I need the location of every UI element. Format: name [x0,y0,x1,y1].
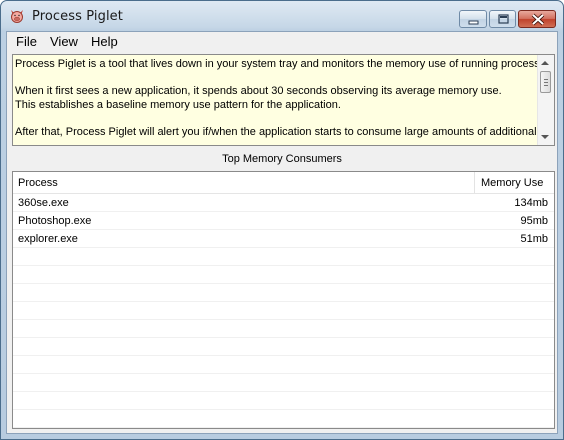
info-scrollbar[interactable] [537,55,554,145]
minimize-button[interactable] [459,10,487,28]
memory-use: 51mb [520,233,548,245]
scroll-up-icon[interactable] [541,61,549,65]
client-area: File View Help Process Piglet is a tool … [6,31,558,434]
maximize-icon [498,14,509,24]
scroll-down-icon[interactable] [541,135,549,139]
app-window: Process Piglet File View Help Process Pi… [0,0,564,440]
title-bar[interactable]: Process Piglet [1,1,563,31]
menu-view[interactable]: View [50,34,78,49]
table-row[interactable]: explorer.exe 51mb [13,230,554,248]
maximize-button[interactable] [489,10,516,28]
column-divider[interactable] [474,172,475,193]
menu-help[interactable]: Help [91,34,118,49]
process-name: Photoshop.exe [18,215,92,227]
info-paragraph: Process Piglet is a tool that lives down… [15,58,555,70]
section-title: Top Memory Consumers [222,153,342,165]
minimize-icon [468,20,479,25]
info-paragraph: When it first sees a new application, it… [15,85,502,111]
pig-icon [9,8,25,24]
scroll-thumb[interactable] [540,71,551,93]
window-title: Process Piglet [32,9,123,24]
process-name: explorer.exe [18,233,78,245]
table-row[interactable]: 360se.exe 134mb [13,194,554,212]
info-paragraph: After that, Process Piglet will alert yo… [15,125,537,138]
memory-use: 95mb [520,215,548,227]
empty-row [13,266,554,284]
empty-row [13,338,554,356]
empty-row [13,248,554,266]
table-row[interactable]: Photoshop.exe 95mb [13,212,554,230]
close-button[interactable] [518,10,556,28]
column-header-memory[interactable]: Memory Use [481,177,543,189]
empty-row [13,302,554,320]
empty-row [13,410,554,428]
memory-table: Process Memory Use 360se.exe 134mb Photosh… [12,171,555,429]
info-textbox[interactable]: Process Piglet is a tool that lives down… [12,54,555,146]
empty-row [13,374,554,392]
process-name: 360se.exe [18,197,69,209]
empty-row [13,320,554,338]
table-header: Process Memory Use [13,172,554,194]
info-text: Process Piglet is a tool that lives down… [15,58,555,145]
empty-row [13,284,554,302]
empty-row [13,392,554,410]
empty-row [13,356,554,374]
column-header-process[interactable]: Process [18,177,58,189]
menu-bar: File View Help [7,32,557,51]
close-icon [531,13,545,26]
memory-use: 134mb [514,197,548,209]
menu-file[interactable]: File [16,34,37,49]
